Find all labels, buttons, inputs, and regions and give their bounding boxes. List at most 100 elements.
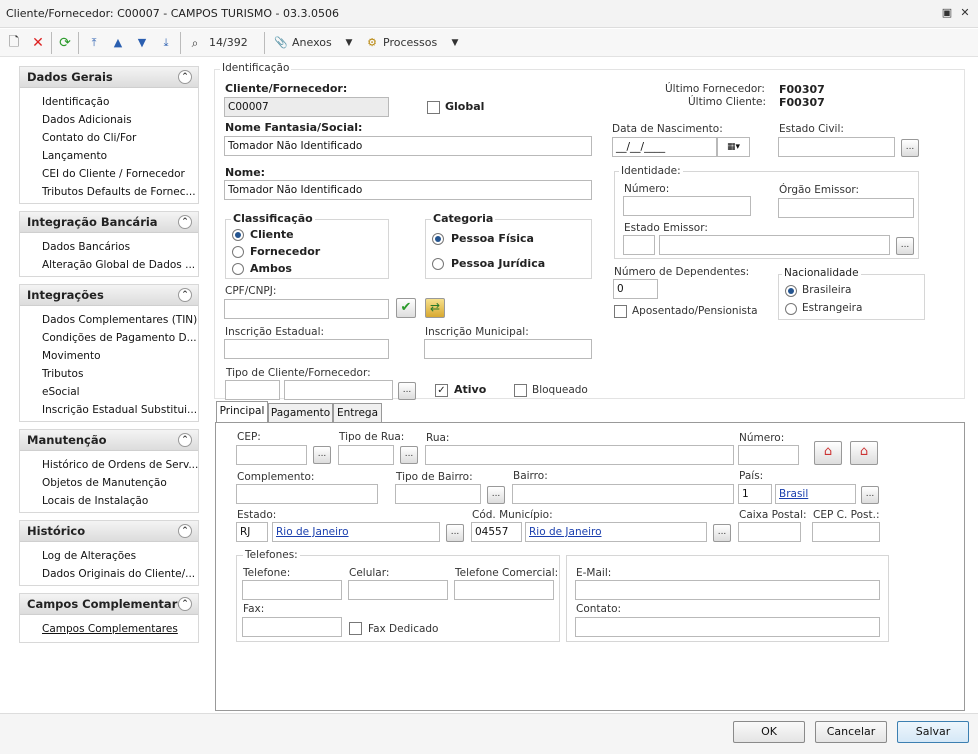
- estado-emissor-code[interactable]: [623, 235, 655, 255]
- fantasia-field[interactable]: Tomador Não Identificado: [224, 136, 592, 156]
- ok-button[interactable]: OK: [733, 721, 805, 743]
- anexos-menu[interactable]: Anexos: [292, 33, 340, 53]
- estado-emissor-name[interactable]: [659, 235, 890, 255]
- sidebar-item-inscricao-estadual[interactable]: Inscrição Estadual Substitui...: [20, 401, 198, 419]
- previous-record-icon[interactable]: ▲: [109, 33, 127, 53]
- orgao-emissor-field[interactable]: [778, 198, 914, 218]
- processos-menu[interactable]: Processos: [383, 33, 443, 53]
- section-header[interactable]: Campos Complementares ⌃: [20, 594, 198, 615]
- pessoa-juridica-radio[interactable]: [432, 258, 444, 270]
- next-record-icon[interactable]: ▼: [133, 33, 151, 53]
- last-record-icon[interactable]: ⤓: [157, 33, 175, 53]
- pais-code-field[interactable]: 1: [738, 484, 772, 504]
- telefone-comercial-field[interactable]: [454, 580, 554, 600]
- sidebar-item-alteracao-global[interactable]: Alteração Global de Dados ...: [20, 256, 198, 274]
- sidebar-item-tributos-defaults[interactable]: Tributos Defaults de Fornec...: [20, 183, 198, 201]
- municipio-name-link[interactable]: Rio de Janeiro: [529, 526, 602, 538]
- pais-name-link[interactable]: Brasil: [779, 488, 808, 500]
- pais-lookup-button[interactable]: ...: [861, 486, 879, 504]
- cpf-field[interactable]: [224, 299, 389, 319]
- fornecedor-radio[interactable]: [232, 246, 244, 258]
- tipo-bairro-lookup-button[interactable]: ...: [487, 486, 505, 504]
- complemento-field[interactable]: [236, 484, 378, 504]
- celular-field[interactable]: [348, 580, 448, 600]
- numero-identidade-field[interactable]: [623, 196, 751, 216]
- tab-pagamento[interactable]: Pagamento: [268, 403, 333, 423]
- cliente-radio[interactable]: [232, 229, 244, 241]
- sidebar-item-log-alteracoes[interactable]: Log de Alterações: [20, 547, 198, 565]
- estado-name-field[interactable]: Rio de Janeiro: [272, 522, 440, 542]
- fax-field[interactable]: [242, 617, 342, 637]
- refresh-icon[interactable]: ⟳: [56, 33, 74, 53]
- estado-civil-field[interactable]: [778, 137, 895, 157]
- estado-name-link[interactable]: Rio de Janeiro: [276, 526, 349, 538]
- delete-icon[interactable]: ✕: [29, 33, 47, 53]
- contato-field[interactable]: [575, 617, 880, 637]
- tipo-bairro-field[interactable]: [395, 484, 481, 504]
- tipo-cliente-lookup-button[interactable]: ...: [398, 382, 416, 400]
- municipio-name-field[interactable]: Rio de Janeiro: [525, 522, 707, 542]
- tipo-rua-field[interactable]: [338, 445, 394, 465]
- sidebar-item-movimento[interactable]: Movimento: [20, 347, 198, 365]
- estado-emissor-lookup-button[interactable]: ...: [896, 237, 914, 255]
- telefone-field[interactable]: [242, 580, 342, 600]
- sidebar-item-cei[interactable]: CEI do Cliente / Fornecedor: [20, 165, 198, 183]
- estrangeira-radio[interactable]: [785, 303, 797, 315]
- search-icon[interactable]: ⌕: [185, 33, 205, 53]
- inscricao-municipal-field[interactable]: [424, 339, 592, 359]
- swap-icon[interactable]: ⇄: [425, 298, 445, 318]
- tipo-rua-lookup-button[interactable]: ...: [400, 446, 418, 464]
- collapse-icon[interactable]: ⌃: [178, 215, 192, 229]
- sidebar-item-dados-adicionais[interactable]: Dados Adicionais: [20, 111, 198, 129]
- section-header[interactable]: Integrações ⌃: [20, 285, 198, 306]
- pais-name-field[interactable]: Brasil: [775, 484, 856, 504]
- collapse-icon[interactable]: ⌃: [178, 288, 192, 302]
- inscricao-estadual-field[interactable]: [224, 339, 389, 359]
- chevron-down-icon[interactable]: ▼: [343, 33, 355, 53]
- section-header[interactable]: Dados Gerais ⌃: [20, 67, 198, 88]
- section-header[interactable]: Manutenção ⌃: [20, 430, 198, 451]
- tipo-cliente-name[interactable]: [284, 380, 393, 400]
- sidebar-item-identificacao[interactable]: Identificação: [20, 93, 198, 111]
- cancel-button[interactable]: Cancelar: [815, 721, 887, 743]
- sidebar-item-campos-complementares[interactable]: Campos Complementares: [20, 620, 198, 638]
- nome-field[interactable]: Tomador Não Identificado: [224, 180, 592, 200]
- fax-dedicado-checkbox[interactable]: [349, 622, 362, 635]
- save-button[interactable]: Salvar: [897, 721, 969, 743]
- estado-code-field[interactable]: RJ: [236, 522, 268, 542]
- cliente-field[interactable]: C00007: [224, 97, 389, 117]
- validate-check-icon[interactable]: ✔: [396, 298, 416, 318]
- rua-field[interactable]: [425, 445, 734, 465]
- email-field[interactable]: [575, 580, 880, 600]
- sidebar-item-historico-ordens[interactable]: Histórico de Ordens de Serv...: [20, 456, 198, 474]
- municipio-lookup-button[interactable]: ...: [713, 524, 731, 542]
- sidebar-item-tributos[interactable]: Tributos: [20, 365, 198, 383]
- close-icon[interactable]: ✕: [958, 6, 972, 20]
- data-nascimento-field[interactable]: __/__/____: [612, 137, 717, 157]
- map-pin-icon[interactable]: ⌂: [814, 441, 842, 465]
- collapse-icon[interactable]: ⌃: [178, 433, 192, 447]
- map-search-icon[interactable]: ⌂: [850, 441, 878, 465]
- restore-icon[interactable]: ▣: [940, 6, 954, 20]
- cep-field[interactable]: [236, 445, 307, 465]
- sidebar-item-esocial[interactable]: eSocial: [20, 383, 198, 401]
- collapse-icon[interactable]: ⌃: [178, 70, 192, 84]
- sidebar-item-dados-bancarios[interactable]: Dados Bancários: [20, 238, 198, 256]
- dependentes-field[interactable]: 0: [613, 279, 658, 299]
- new-icon[interactable]: 🗋: [5, 33, 23, 53]
- tab-principal[interactable]: Principal: [216, 401, 268, 422]
- numero-field[interactable]: [738, 445, 799, 465]
- section-header[interactable]: Integração Bancária ⌃: [20, 212, 198, 233]
- estado-civil-lookup-button[interactable]: ...: [901, 139, 919, 157]
- pessoa-fisica-radio[interactable]: [432, 233, 444, 245]
- first-record-icon[interactable]: ⤒: [85, 33, 103, 53]
- ativo-checkbox[interactable]: ✓: [435, 384, 448, 397]
- sidebar-item-objetos-manutencao[interactable]: Objetos de Manutenção: [20, 474, 198, 492]
- cep-lookup-button[interactable]: ...: [313, 446, 331, 464]
- collapse-icon[interactable]: ⌃: [178, 597, 192, 611]
- section-header[interactable]: Histórico ⌃: [20, 521, 198, 542]
- bairro-field[interactable]: [512, 484, 734, 504]
- brasileira-radio[interactable]: [785, 285, 797, 297]
- calendar-dropdown[interactable]: ▦▾: [717, 137, 750, 157]
- aposentado-checkbox[interactable]: [614, 305, 627, 318]
